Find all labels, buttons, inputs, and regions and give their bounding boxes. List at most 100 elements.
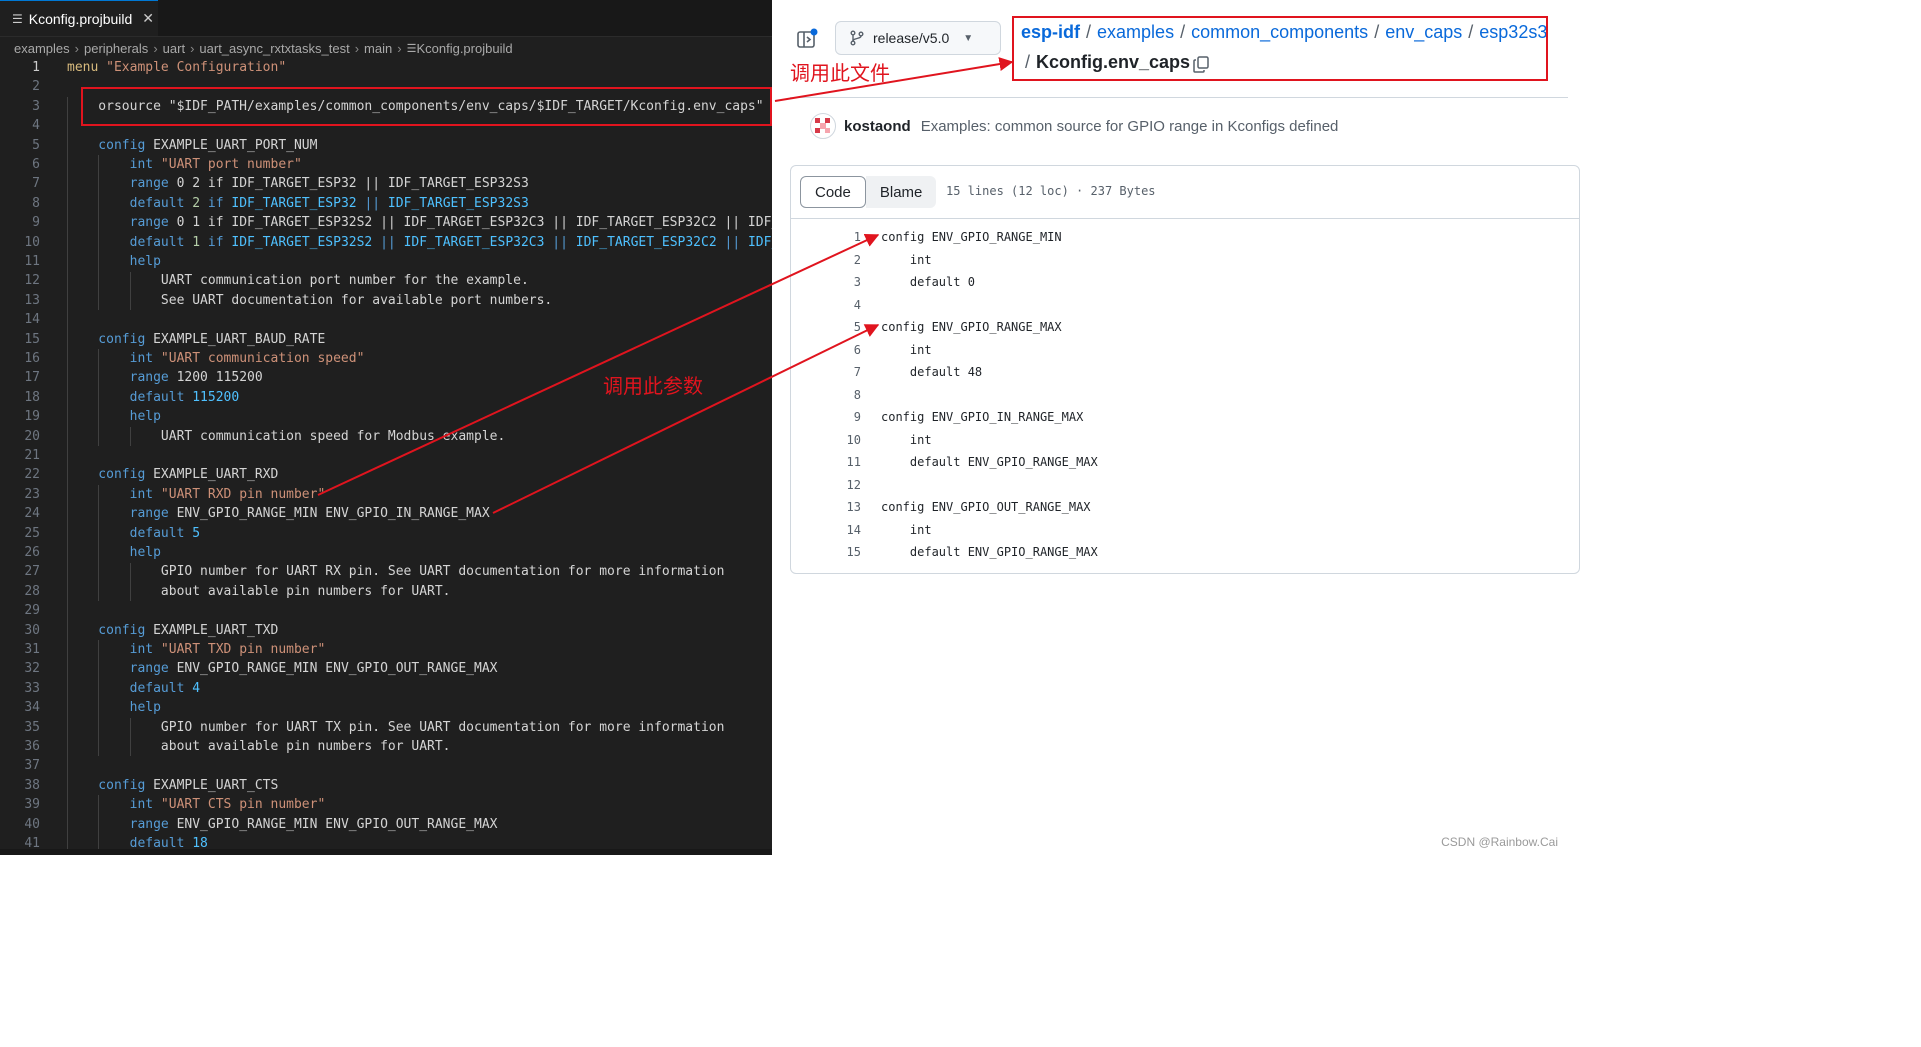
line-number: 3 bbox=[32, 98, 40, 114]
commit-message-link[interactable]: Examples: common source for GPIO range i… bbox=[921, 118, 1339, 135]
line-number: 33 bbox=[24, 680, 40, 696]
code-token: || bbox=[552, 234, 576, 250]
breadcrumb-item[interactable]: uart_async_rxtxtasks_test bbox=[199, 41, 349, 56]
code-token: ENV_GPIO_RANGE_MIN ENV_GPIO_OUT_RANGE_MA… bbox=[176, 661, 498, 677]
line-number[interactable]: 7 bbox=[809, 365, 861, 379]
close-icon[interactable]: ✕ bbox=[142, 10, 154, 27]
breadcrumb-item[interactable]: uart bbox=[163, 41, 185, 56]
code-token: ENV_GPIO_RANGE_MIN ENV_GPIO_IN_RANGE_MAX bbox=[176, 506, 490, 522]
code-line: about available pin numbers for UART. bbox=[67, 584, 451, 599]
code-line: config ENV_GPIO_RANGE_MIN bbox=[881, 230, 1062, 244]
code-line: config EXAMPLE_UART_BAUD_RATE bbox=[67, 332, 325, 347]
breadcrumb-item[interactable]: examples bbox=[14, 41, 70, 56]
indent-guide bbox=[98, 640, 99, 756]
code-line: config ENV_GPIO_RANGE_MAX bbox=[881, 320, 1062, 334]
chevron-right-icon: › bbox=[397, 40, 402, 56]
code-line: int "UART CTS pin number" bbox=[67, 797, 326, 812]
line-number[interactable]: 15 bbox=[809, 545, 861, 559]
line-number[interactable]: 8 bbox=[809, 388, 861, 402]
code-line: range ENV_GPIO_RANGE_MIN ENV_GPIO_OUT_RA… bbox=[67, 661, 498, 677]
code-token: IDF_TARGET_ESP32C3 bbox=[403, 234, 553, 250]
code-token: "UART TXD pin number" bbox=[160, 642, 326, 657]
code-token: int bbox=[67, 486, 161, 502]
line-number[interactable]: 1 bbox=[809, 230, 861, 244]
line-number: 7 bbox=[32, 176, 40, 192]
line-number: 2 bbox=[32, 79, 40, 95]
code-line: config EXAMPLE_UART_CTS bbox=[67, 778, 278, 793]
code-token: 0 2 if IDF_TARGET_ESP32 || IDF_TARGET_ES… bbox=[176, 176, 529, 192]
line-number[interactable]: 12 bbox=[809, 478, 861, 492]
line-number: 30 bbox=[24, 622, 40, 638]
code-token: IDF_TARGET_ESP32S3 bbox=[387, 195, 529, 211]
code-token: help bbox=[67, 545, 161, 560]
code-line: default 4 bbox=[67, 681, 200, 696]
sidebar-toggle-icon[interactable] bbox=[796, 28, 818, 50]
line-number[interactable]: 4 bbox=[809, 298, 861, 312]
branch-name: release/v5.0 bbox=[873, 30, 950, 46]
code-token: range bbox=[67, 215, 177, 231]
code-token: GPIO number for UART RX pin. See UART do… bbox=[67, 564, 725, 580]
code-token: IDF_TARGET_ESP32C2 bbox=[575, 234, 725, 250]
line-number[interactable]: 10 bbox=[809, 433, 861, 447]
code-token: UART communication port number for the e… bbox=[67, 273, 529, 289]
code-token: range bbox=[67, 661, 177, 677]
code-token: default bbox=[67, 389, 193, 405]
indent-guide bbox=[98, 485, 99, 601]
code-line: UART communication port number for the e… bbox=[67, 273, 529, 288]
code-line: GPIO number for UART RX pin. See UART do… bbox=[67, 564, 725, 580]
code-token: UART communication speed for Modbus exam… bbox=[67, 428, 506, 444]
code-line: help bbox=[67, 409, 161, 424]
editor-tab-kconfig-projbuild[interactable]: ☰ Kconfig.projbuild ✕ bbox=[0, 0, 158, 36]
indent-guide bbox=[98, 795, 99, 849]
code-token: range bbox=[67, 816, 177, 832]
line-number: 20 bbox=[24, 428, 40, 444]
code-token: EXAMPLE_UART_BAUD_RATE bbox=[153, 331, 326, 347]
code-line: int bbox=[881, 252, 932, 267]
code-line: range 0 1 if IDF_TARGET_ESP32S2 || IDF_T… bbox=[67, 215, 772, 230]
line-number[interactable]: 11 bbox=[809, 455, 861, 469]
annotation-use-file: 调用此文件 bbox=[790, 61, 890, 85]
line-number[interactable]: 2 bbox=[809, 253, 861, 267]
code-token: 2 bbox=[192, 195, 208, 211]
line-number[interactable]: 14 bbox=[809, 523, 861, 537]
line-number: 31 bbox=[24, 642, 40, 657]
avatar[interactable] bbox=[810, 113, 836, 139]
line-number: 34 bbox=[24, 700, 40, 716]
code-line: default 115200 bbox=[67, 389, 240, 405]
code-token: || bbox=[724, 234, 748, 250]
breadcrumb-item[interactable]: Kconfig.projbuild bbox=[416, 41, 512, 56]
code-line: default ENV_GPIO_RANGE_MAX bbox=[881, 455, 1098, 469]
line-number: 26 bbox=[24, 545, 40, 560]
line-number: 15 bbox=[24, 331, 40, 347]
blame-tab-button[interactable]: Blame bbox=[865, 176, 937, 208]
code-token: config bbox=[67, 777, 154, 793]
line-number: 39 bbox=[24, 797, 40, 813]
breadcrumb-item[interactable]: peripherals bbox=[84, 41, 148, 56]
code-line: config ENV_GPIO_IN_RANGE_MAX bbox=[881, 410, 1084, 424]
code-token: 115200 bbox=[192, 389, 240, 405]
branch-selector-button[interactable]: release/v5.0 ▼ bbox=[835, 21, 1001, 55]
line-number[interactable]: 13 bbox=[809, 500, 861, 514]
breadcrumb-item[interactable]: main bbox=[364, 41, 392, 56]
code-line: default 1 if IDF_TARGET_ESP32S2 || IDF_T… bbox=[67, 235, 772, 250]
line-number: 32 bbox=[24, 661, 40, 677]
code-line: config EXAMPLE_UART_RXD bbox=[67, 467, 278, 482]
line-number[interactable]: 6 bbox=[809, 343, 861, 357]
commit-author-link[interactable]: kostaond bbox=[844, 118, 911, 135]
code-line: int "UART RXD pin number" bbox=[67, 486, 326, 502]
code-line: help bbox=[67, 545, 161, 560]
line-number: 36 bbox=[24, 739, 40, 754]
watermark: CSDN @Rainbow.Cai bbox=[1441, 835, 1558, 849]
file-lines-icon: ☰ bbox=[12, 11, 23, 26]
line-number[interactable]: 3 bbox=[809, 275, 861, 289]
code-tab-button[interactable]: Code bbox=[800, 176, 866, 208]
code-line: int bbox=[881, 342, 932, 357]
line-number[interactable]: 9 bbox=[809, 410, 861, 424]
code-line: int "UART port number" bbox=[67, 157, 302, 172]
code-line: config EXAMPLE_UART_PORT_NUM bbox=[67, 138, 317, 153]
line-number[interactable]: 5 bbox=[809, 320, 861, 334]
code-token: EXAMPLE_UART_RXD bbox=[153, 467, 279, 483]
divider bbox=[790, 97, 1568, 98]
code-token: IDF_TARGET_ESP32H2 bbox=[747, 234, 772, 250]
line-number: 24 bbox=[24, 506, 40, 522]
